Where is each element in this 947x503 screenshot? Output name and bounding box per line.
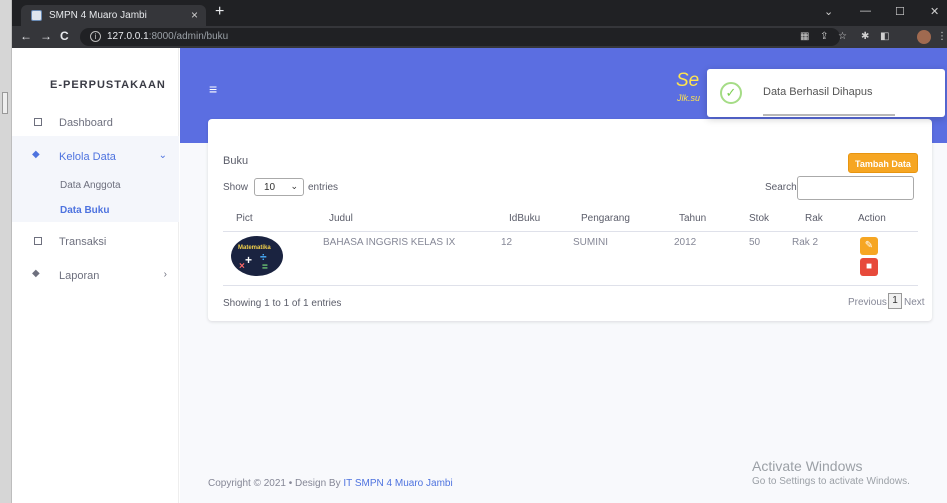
page-1-button[interactable]: 1 xyxy=(888,293,902,309)
column-header-judul[interactable]: Judul xyxy=(329,213,353,224)
square-icon xyxy=(34,118,42,126)
browser-tab-bar: SMPN 4 Muaro Jambi × + ⌄ — ☐ ✕ xyxy=(12,0,947,26)
browser-toolbar: ← → C i 127.0.0.1:8000/admin/buku ▦ ⇪ ☆ … xyxy=(12,26,947,48)
success-check-icon: ✓ xyxy=(720,82,742,104)
cell-stok: 50 xyxy=(749,237,761,248)
show-label: Show xyxy=(223,182,249,193)
droplet-icon: ◆ xyxy=(32,149,40,160)
card-title: Buku xyxy=(223,155,249,167)
column-header-rak[interactable]: Rak xyxy=(805,213,823,224)
sidebar-item-kelola-data[interactable]: ◆ Kelola Data ⌄ xyxy=(12,148,179,168)
sidebar-item-dashboard[interactable]: Dashboard xyxy=(12,114,179,134)
close-window-button[interactable]: ✕ xyxy=(930,5,939,18)
edit-button[interactable]: ✎ xyxy=(860,237,878,255)
sidebar-item-transaksi[interactable]: Transaksi xyxy=(12,233,179,253)
chevron-down-icon: ⌄ xyxy=(290,181,298,191)
sidebar-subitem-data-anggota[interactable]: Data Anggota xyxy=(60,180,121,191)
success-toast: ✓ Data Berhasil Dihapus xyxy=(707,69,945,117)
minimize-button[interactable]: — xyxy=(860,5,871,17)
sidebar-item-label: Laporan xyxy=(59,270,100,282)
favicon-icon xyxy=(31,10,42,21)
book-table-card: Buku Tambah Data Show 10 ⌄ entries Searc… xyxy=(208,119,932,321)
table-info: Showing 1 to 1 of 1 entries xyxy=(223,298,342,309)
column-header-idbuku[interactable]: IdBuku xyxy=(509,213,540,224)
cell-idbuku: 12 xyxy=(501,237,513,248)
column-header-stok[interactable]: Stok xyxy=(749,213,769,224)
school-brand-subtitle: Jlk.su xyxy=(677,93,701,103)
back-icon[interactable]: ← xyxy=(20,29,32,43)
column-header-pengarang[interactable]: Pengarang xyxy=(581,213,630,224)
browser-tab[interactable]: SMPN 4 Muaro Jambi × xyxy=(21,5,206,26)
toast-message: Data Berhasil Dihapus xyxy=(763,86,873,98)
site-info-icon[interactable]: i xyxy=(90,31,101,42)
entries-per-page-select[interactable]: 10 ⌄ xyxy=(254,178,304,196)
reload-icon[interactable]: C xyxy=(60,29,69,43)
column-header-tahun[interactable]: Tahun xyxy=(679,213,706,224)
browser-menu-icon[interactable]: ⋮ xyxy=(937,31,947,42)
entries-select-value: 10 xyxy=(264,182,276,193)
book-cover-image: Matematika + ÷ × = xyxy=(231,236,283,276)
sidebar-item-laporan[interactable]: ◆ Laporan › xyxy=(12,267,179,287)
toast-progress-bar xyxy=(763,114,895,116)
cell-rak: Rak 2 xyxy=(792,237,819,248)
sidebar-subitem-data-buku[interactable]: Data Buku xyxy=(60,205,109,216)
table-header-divider xyxy=(223,231,918,232)
profile-avatar[interactable] xyxy=(917,30,931,44)
previous-page-button[interactable]: Previous xyxy=(848,297,887,308)
next-page-button[interactable]: Next xyxy=(904,297,925,308)
sidebar-item-label: Kelola Data xyxy=(59,151,116,163)
footer: Copyright © 2021 • Design By IT SMPN 4 M… xyxy=(208,478,453,489)
sidebar-brand[interactable]: E-PERPUSTAKAAN xyxy=(50,79,166,91)
droplet-icon: ◆ xyxy=(32,268,40,279)
search-label: Search: xyxy=(765,182,800,193)
bookmark-star-icon[interactable]: ☆ xyxy=(838,31,847,42)
footer-link[interactable]: IT SMPN 4 Muaro Jambi xyxy=(343,478,452,489)
cell-pengarang: SUMINI xyxy=(573,237,608,248)
chevron-down-icon: ⌄ xyxy=(158,150,167,161)
share-icon[interactable]: ⇪ xyxy=(820,31,828,42)
side-panel-icon[interactable]: ◧ xyxy=(880,31,889,42)
maximize-button[interactable]: ☐ xyxy=(895,5,905,18)
desktop-left-edge xyxy=(0,0,12,503)
tab-search-icon[interactable]: ⌄ xyxy=(824,5,833,18)
forward-icon[interactable]: → xyxy=(40,29,52,43)
table-row-divider xyxy=(223,285,918,286)
entries-label: entries xyxy=(308,182,339,193)
tab-close-icon[interactable]: × xyxy=(191,8,198,22)
add-data-button[interactable]: Tambah Data xyxy=(848,153,918,173)
school-brand-title: Se xyxy=(676,70,700,91)
column-header-pict[interactable]: Pict xyxy=(236,213,253,224)
address-bar[interactable]: i 127.0.0.1:8000/admin/buku xyxy=(80,28,840,46)
footer-text: Copyright © 2021 • Design By xyxy=(208,478,344,489)
cell-tahun: 2012 xyxy=(674,237,697,248)
sidebar: E-PERPUSTAKAAN Dashboard ◆ Kelola Data ⌄… xyxy=(12,48,179,503)
menu-toggle-icon[interactable]: ≡ xyxy=(209,81,217,97)
delete-button[interactable]: ■ xyxy=(860,258,878,276)
sidebar-item-label: Transaksi xyxy=(59,236,107,248)
tab-title: SMPN 4 Muaro Jambi xyxy=(49,10,147,21)
sidebar-item-label: Dashboard xyxy=(59,117,113,129)
chevron-right-icon: › xyxy=(163,269,167,280)
url-text: 127.0.0.1:8000/admin/buku xyxy=(107,31,229,42)
column-header-action: Action xyxy=(858,213,886,224)
search-input[interactable] xyxy=(797,176,914,200)
new-tab-button[interactable]: + xyxy=(215,3,224,21)
extensions-icon[interactable]: ✱ xyxy=(861,31,869,42)
translate-icon[interactable]: ▦ xyxy=(800,31,809,42)
window-edge-mark xyxy=(2,92,8,114)
square-icon xyxy=(34,237,42,245)
cell-judul: BAHASA INGGRIS KELAS IX xyxy=(323,237,456,248)
windows-activation-watermark: Activate Windows Go to Settings to activ… xyxy=(752,458,910,487)
